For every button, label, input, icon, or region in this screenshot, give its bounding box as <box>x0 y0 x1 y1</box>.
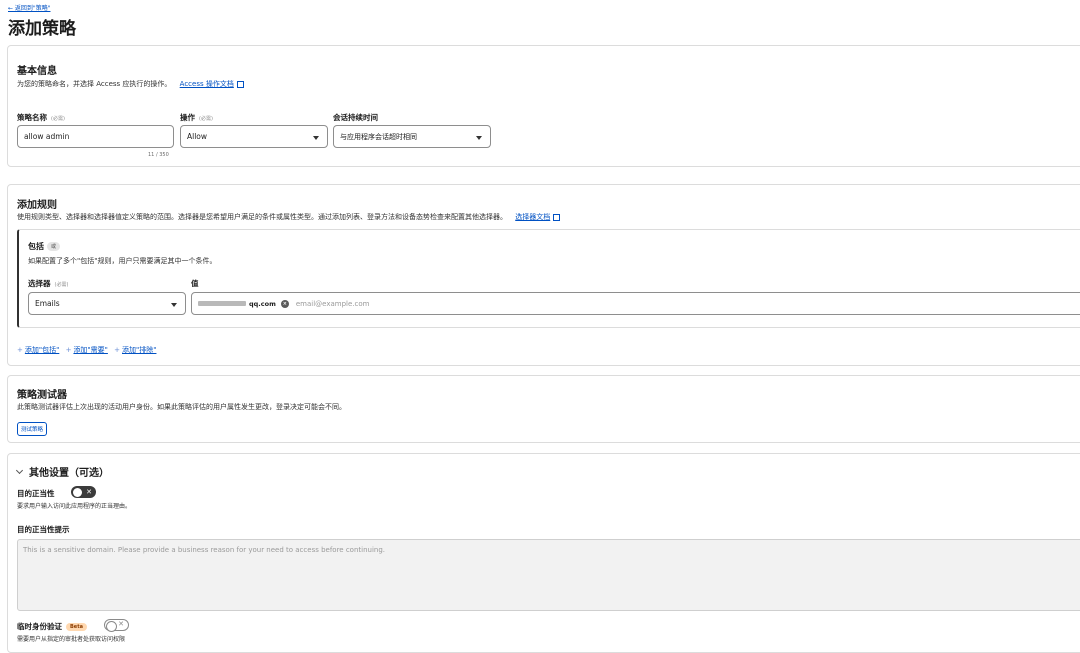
redacted-mask <box>198 301 246 306</box>
add-require-link[interactable]: 添加"需要" <box>73 346 107 354</box>
selector-label: 选择器 (必需) <box>28 279 69 288</box>
other-settings-card: 其他设置（可选） 目的正当性 ✕ 要求用户输入访问此应用程序的正当理由。 目的正… <box>7 453 1080 653</box>
toggle-knob <box>105 620 117 632</box>
email-chip: qq.com × <box>198 299 289 308</box>
external-link-icon <box>553 213 561 221</box>
page-title: 添加策略 <box>8 19 76 39</box>
purpose-desc: 要求用户输入访问此应用程序的正当理由。 <box>17 503 132 510</box>
close-icon: ✕ <box>86 488 92 496</box>
purpose-prompt-textarea[interactable]: This is a sensitive domain. Please provi… <box>17 539 1080 611</box>
policy-tester-title: 策略测试器 <box>17 390 67 401</box>
policy-name-input[interactable]: allow admin <box>17 125 174 148</box>
add-rules-card: 添加规则 使用规则类型、选择器和选择器值定义策略的范围。选择器是您希望用户满足的… <box>7 184 1080 366</box>
chevron-down-icon <box>476 135 482 140</box>
selector-doc-link[interactable]: 选择器文档 <box>515 213 550 221</box>
email-value-input[interactable]: qq.com × email@example.com <box>191 292 1080 315</box>
include-title: 包括或 <box>28 241 61 252</box>
session-duration-label: 会话持续时间 <box>333 113 378 122</box>
other-settings-title[interactable]: 其他设置（可选） <box>29 464 109 479</box>
toggle-knob <box>73 487 82 497</box>
add-rules-title: 添加规则 <box>17 200 57 211</box>
value-label: 值 <box>191 279 199 288</box>
test-policy-button[interactable]: 测试策略 <box>17 422 48 436</box>
action-label: 操作 (必需) <box>180 113 213 122</box>
basic-info-desc: 为您的策略命名，并选择 Access 应执行的操作。 Access 操作文档 <box>17 79 244 89</box>
add-rule-links: + 添加"包括" + 添加"需要" + 添加"排除" <box>17 346 157 354</box>
policy-name-label: 策略名称 (必需) <box>17 113 65 122</box>
purpose-prompt-label: 目的正当性提示 <box>17 525 70 534</box>
temp-auth-toggle[interactable]: ✕ <box>104 619 129 632</box>
policy-tester-desc: 此策略测试器评估上次出现的活动用户身份。如果此策略评估的用户属性发生更改，登录决… <box>17 403 346 411</box>
policy-name-counter: 11 / 350 <box>148 152 169 158</box>
include-rule-box: 包括或 如果配置了多个"包括"规则，用户只需要满足其中一个条件。 选择器 (必需)… <box>17 229 1080 328</box>
action-select[interactable]: Allow <box>180 125 328 148</box>
beta-badge: Beta <box>66 623 87 631</box>
policy-tester-card: 策略测试器 此策略测试器评估上次出现的活动用户身份。如果此策略评估的用户属性发生… <box>7 375 1080 443</box>
or-badge: 或 <box>47 242 61 251</box>
purpose-justification-toggle[interactable]: ✕ <box>71 486 96 498</box>
include-desc: 如果配置了多个"包括"规则，用户只需要满足其中一个条件。 <box>28 257 217 265</box>
basic-info-card: 基本信息 为您的策略命名，并选择 Access 应执行的操作。 Access 操… <box>7 45 1080 167</box>
close-icon: ✕ <box>118 620 124 628</box>
chevron-down-icon[interactable] <box>15 466 24 475</box>
selector-select[interactable]: Emails <box>28 292 186 315</box>
temp-auth-desc: 需要用户从指定的审批者处获取访问权限 <box>17 636 126 643</box>
email-placeholder: email@example.com <box>295 299 370 308</box>
temp-auth-label: 临时身份验证 Beta <box>17 621 87 632</box>
purpose-label: 目的正当性 <box>17 489 55 498</box>
add-include-link[interactable]: 添加"包括" <box>25 346 59 354</box>
chevron-down-icon <box>171 302 177 307</box>
add-exclude-link[interactable]: 添加"排除" <box>122 346 156 354</box>
remove-chip-icon[interactable]: × <box>280 299 289 308</box>
add-rules-desc: 使用规则类型、选择器和选择器值定义策略的范围。选择器是您希望用户满足的条件或属性… <box>17 212 561 222</box>
chevron-down-icon <box>313 135 319 140</box>
external-link-icon <box>236 80 244 88</box>
session-duration-select[interactable]: 与应用程序会话超时相同 <box>333 125 491 148</box>
basic-info-title: 基本信息 <box>17 66 57 77</box>
access-doc-link[interactable]: Access 操作文档 <box>180 80 234 88</box>
back-to-policies-link[interactable]: ← 返回到"策略" <box>8 3 50 12</box>
